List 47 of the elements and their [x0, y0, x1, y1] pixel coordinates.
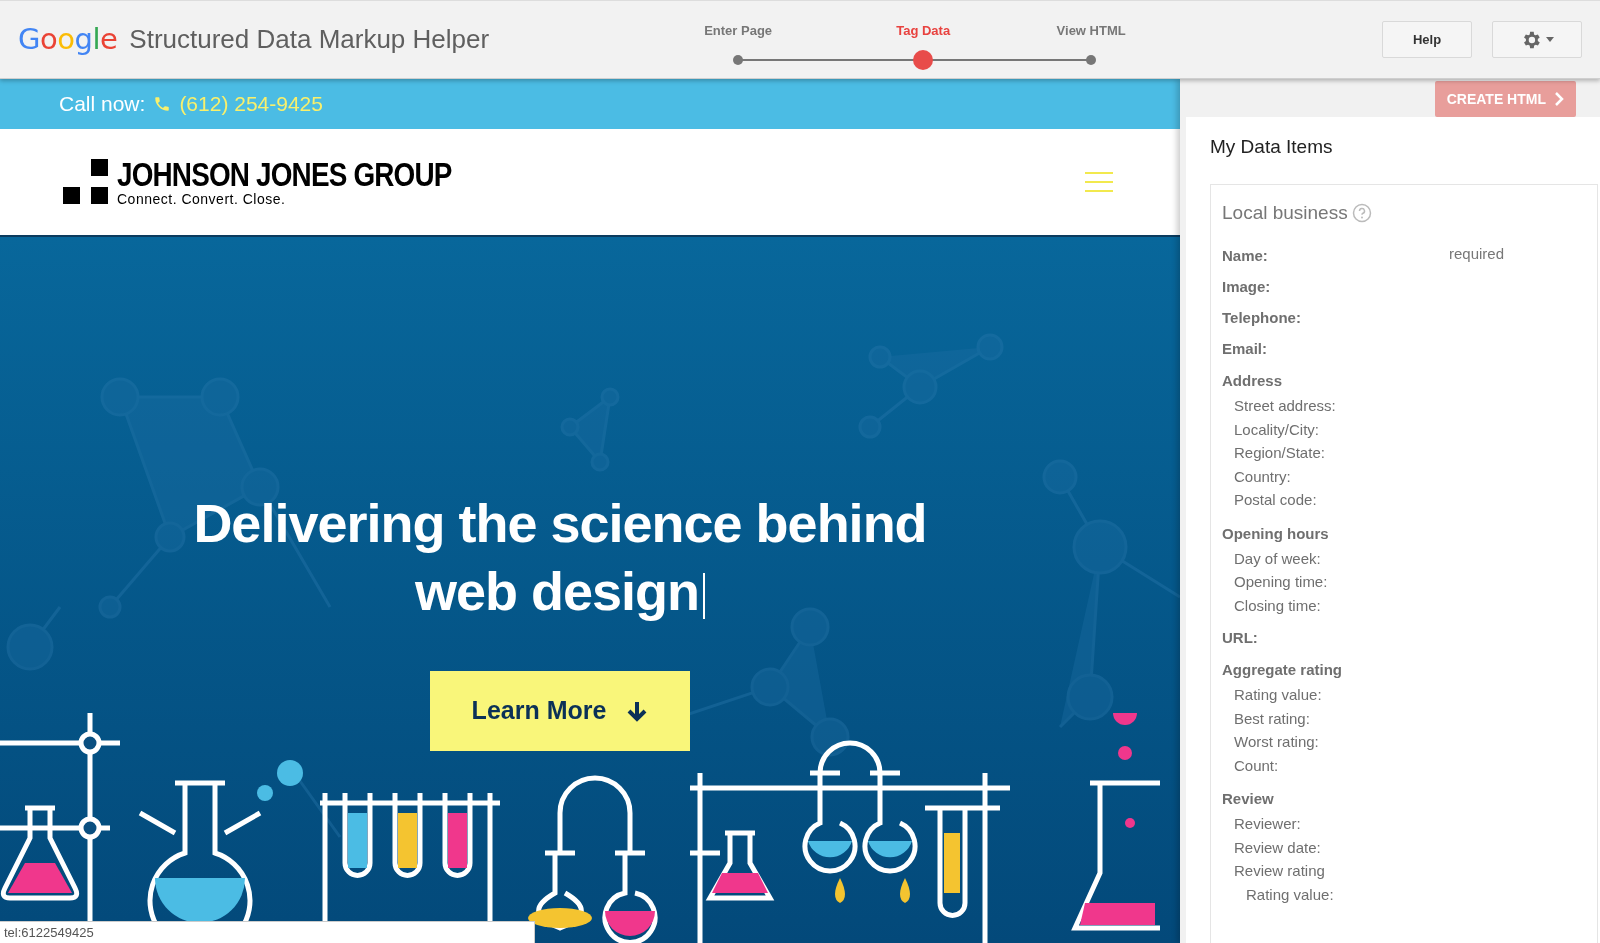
caret-icon: [1546, 37, 1554, 42]
app-title: Structured Data Markup Helper: [129, 23, 490, 56]
field-label: Review rating: [1233, 861, 1326, 881]
step-label[interactable]: View HTML: [1056, 20, 1126, 40]
step-label[interactable]: Enter Page: [704, 20, 773, 40]
field-label: Rating value:: [1233, 685, 1323, 705]
hero-headline: Delivering the science behind web design: [193, 492, 927, 623]
call-label: Call now:: [59, 91, 146, 118]
field-label: Telephone:: [1222, 308, 1302, 329]
field-label: Name:: [1222, 246, 1269, 267]
field-label: Rating value:: [1245, 884, 1335, 905]
field-label: Street address:: [1233, 396, 1337, 416]
field-label: Reviewer:: [1233, 814, 1302, 834]
panel-title: My Data Items: [1210, 135, 1334, 159]
step-label[interactable]: Tag Data: [896, 20, 951, 40]
group-label: Opening hours: [1222, 523, 1330, 544]
field-label: Review date:: [1233, 837, 1322, 858]
chevron-right-icon: [1554, 91, 1564, 107]
field-label: Best rating:: [1233, 708, 1311, 729]
field-label: Count:: [1233, 755, 1280, 776]
learn-more-button[interactable]: Learn More: [430, 671, 690, 751]
section-title: Local business: [1222, 200, 1348, 225]
field-label: Image:: [1222, 277, 1272, 298]
field-label: Closing time:: [1233, 595, 1322, 616]
field-label: Email:: [1222, 339, 1268, 360]
settings-button[interactable]: [1492, 21, 1582, 58]
field-label: Day of week:: [1233, 548, 1322, 569]
create-html-button[interactable]: CREATE HTML: [1434, 81, 1576, 117]
field-label: Worst rating:: [1233, 732, 1320, 752]
brand-logo-icon: [63, 159, 109, 205]
required-note: required: [1449, 243, 1505, 264]
field-label: Region/State:: [1233, 443, 1326, 463]
group-label: Review: [1222, 789, 1275, 809]
field-label: Opening time:: [1233, 572, 1329, 592]
field-label: URL:: [1222, 628, 1259, 649]
field-label: Locality/City:: [1233, 419, 1321, 440]
field-label: Postal code:: [1233, 490, 1318, 510]
phone-icon: [153, 95, 172, 113]
status-bar: tel:6122549425: [0, 921, 535, 943]
group-label: Address: [1222, 371, 1284, 391]
group-label: Aggregate rating: [1222, 660, 1343, 680]
field-label: Country:: [1233, 466, 1292, 487]
help-button[interactable]: Help: [1382, 21, 1472, 58]
brand-tagline: Connect. Convert. Close.: [117, 191, 287, 207]
google-logo: Google: [18, 20, 118, 58]
brand-name: JOHNSON JONES GROUP: [117, 157, 452, 191]
arrow-down-icon: [626, 700, 649, 722]
